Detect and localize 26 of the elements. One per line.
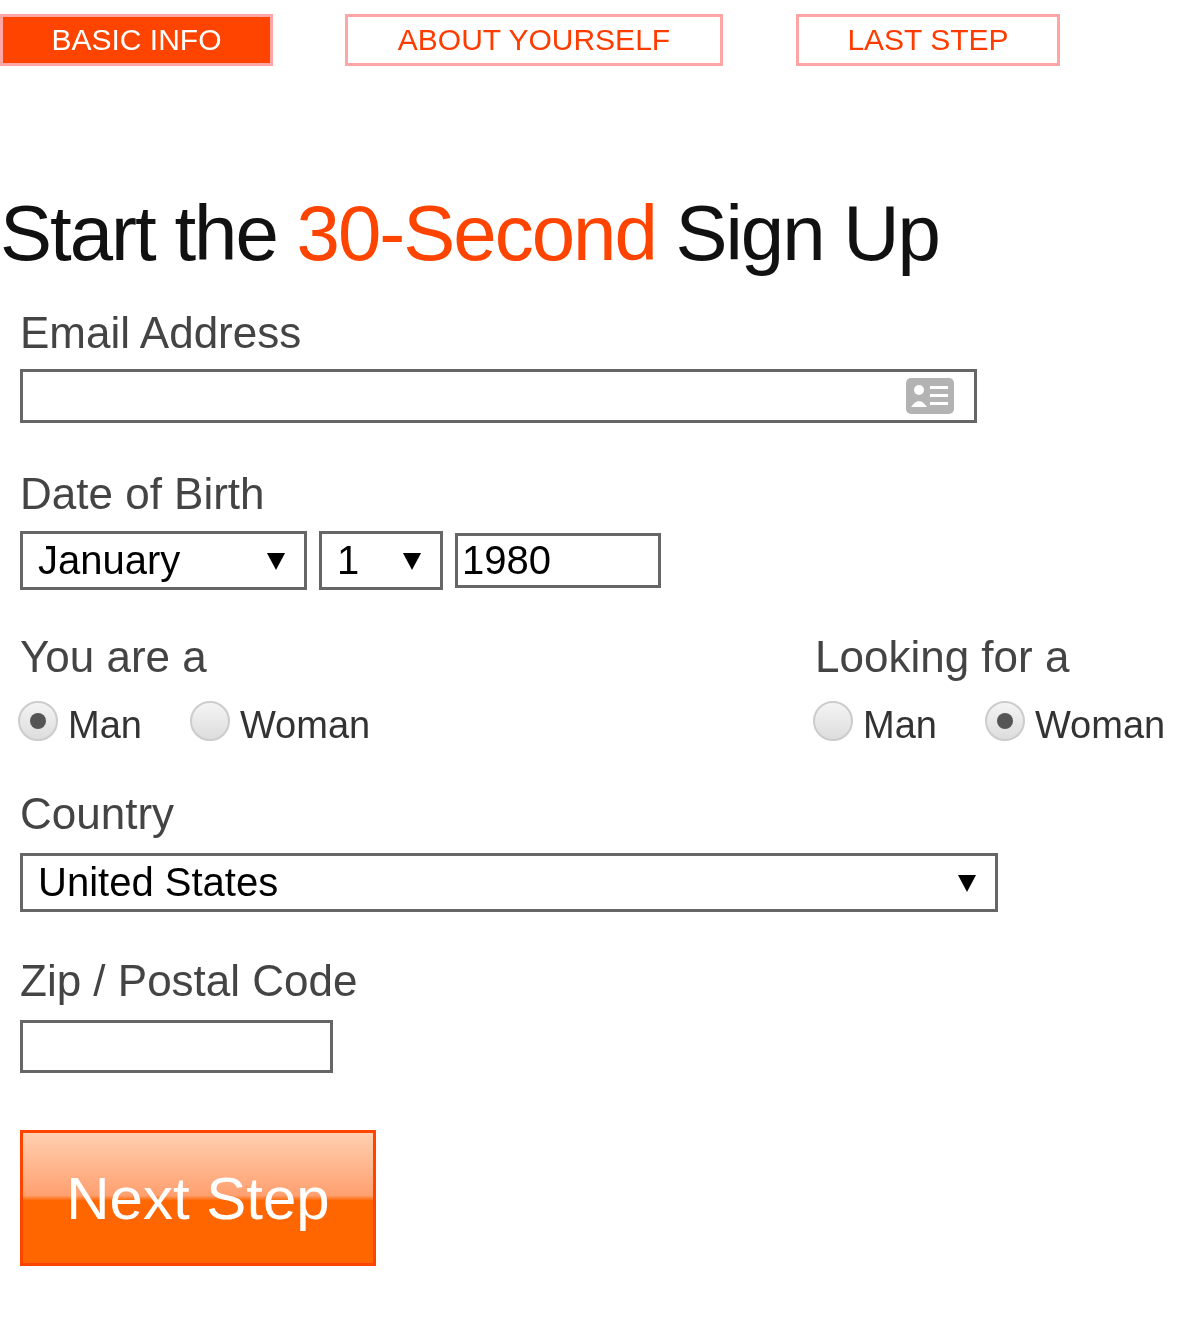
email-field[interactable]	[20, 369, 977, 423]
dropdown-arrow-icon	[957, 872, 977, 893]
country-select[interactable]: United States	[20, 853, 998, 912]
day-select[interactable]: 1	[319, 531, 443, 590]
radio-label[interactable]: Woman	[1034, 704, 1166, 747]
radio-label[interactable]: Woman	[239, 704, 371, 747]
radio-button[interactable]	[18, 700, 58, 741]
radio-button[interactable]	[813, 700, 853, 741]
field-label: Email Address	[20, 308, 303, 358]
field-label: Country	[20, 789, 176, 839]
month-select[interactable]: January	[20, 531, 307, 590]
year-field[interactable]: 1980	[455, 533, 661, 588]
field-label: Date of Birth	[20, 469, 266, 519]
step-tab[interactable]: LAST STEP	[796, 14, 1060, 66]
dropdown-arrow-icon	[266, 550, 286, 571]
dropdown-arrow-icon	[402, 550, 422, 571]
step-tab[interactable]: ABOUT YOURSELF	[345, 14, 723, 66]
radio-button[interactable]	[189, 700, 230, 741]
field-label: You are a	[20, 632, 208, 682]
page-heading: Start the 30-Second Sign Up	[0, 188, 940, 278]
zip-field[interactable]	[20, 1020, 333, 1073]
radio-label[interactable]: Man	[68, 704, 142, 747]
field-label: Zip / Postal Code	[20, 956, 359, 1006]
radio-label[interactable]: Man	[863, 704, 937, 747]
radio-button[interactable]	[984, 700, 1025, 741]
field-label: Looking for a	[815, 632, 1071, 682]
